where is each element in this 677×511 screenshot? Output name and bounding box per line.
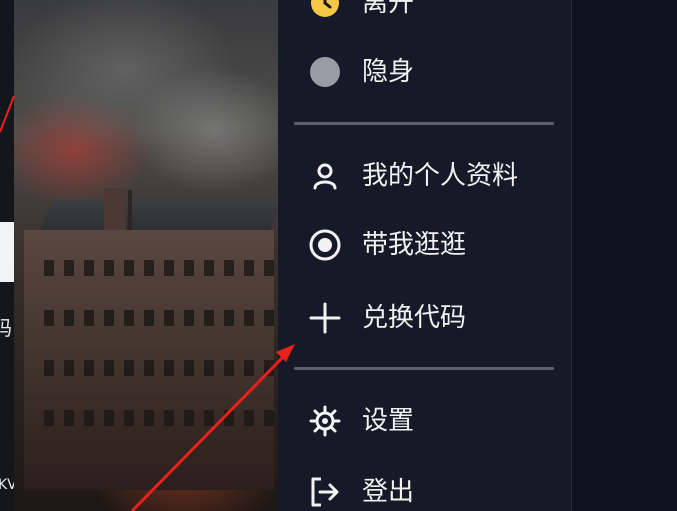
screen: 码 KV 离开 隐身 我的个人资料 带我逛逛 兑换代码 设置 登出	[0, 0, 677, 511]
menu-divider	[294, 122, 554, 125]
invisible-status-dot-icon	[308, 55, 342, 89]
menu-item-label: 隐身	[362, 57, 415, 87]
menu-item-label: 兑换代码	[362, 303, 467, 333]
menu-item-invisible[interactable]: 隐身	[308, 55, 414, 89]
page-fragment-text: 码	[0, 316, 12, 340]
target-icon	[308, 228, 342, 262]
window-row	[44, 360, 274, 376]
right-background	[572, 0, 677, 511]
menu-item-take-tour[interactable]: 带我逛逛	[308, 228, 466, 262]
menu-item-redeem-code[interactable]: 兑换代码	[308, 301, 466, 335]
menu-item-away[interactable]: 离开	[308, 0, 414, 20]
menu-item-settings[interactable]: 设置	[308, 404, 414, 438]
profile-dropdown-menu: 离开 隐身 我的个人资料 带我逛逛 兑换代码 设置 登出	[278, 0, 572, 511]
menu-item-logout[interactable]: 登出	[308, 475, 414, 509]
menu-item-my-profile[interactable]: 我的个人资料	[308, 159, 518, 193]
gear-icon	[308, 404, 342, 438]
menu-divider	[294, 367, 554, 370]
menu-item-label: 设置	[362, 406, 415, 436]
logout-icon	[308, 475, 342, 509]
game-cover-art	[14, 0, 282, 511]
clock-status-icon	[308, 0, 342, 20]
menu-item-label: 离开	[362, 0, 415, 18]
plus-icon	[308, 301, 342, 335]
background-page-edge: 码 KV	[0, 0, 17, 511]
menu-item-label: 登出	[362, 477, 415, 507]
user-icon	[308, 159, 342, 193]
window-row	[44, 410, 274, 426]
page-fragment-panel	[0, 222, 14, 282]
window-row	[44, 260, 274, 276]
menu-item-label: 带我逛逛	[362, 230, 467, 260]
window-row	[44, 310, 274, 326]
building-facade	[24, 230, 274, 490]
menu-item-label: 我的个人资料	[362, 161, 519, 191]
